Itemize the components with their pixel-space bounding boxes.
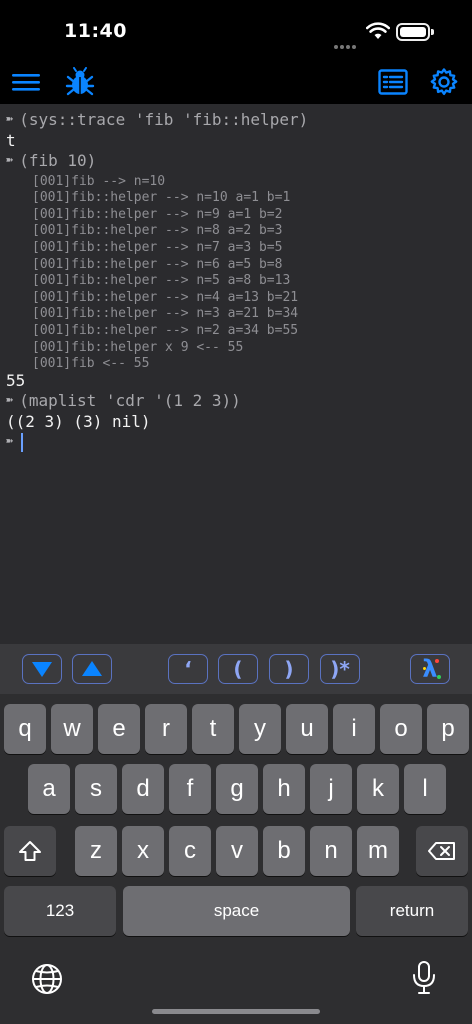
prompt-line: ➽ (fib 10) [6,151,96,170]
gear-icon [430,68,458,95]
trace-line: [001]fib::helper --> n=2 a=34 b=55 [32,322,299,338]
trace-line: [001]fib <-- 55 [32,356,150,372]
log-button[interactable] [375,64,411,100]
prompt-line: ➽ [6,432,24,453]
return-key[interactable]: return [356,886,468,936]
delete-key[interactable] [416,826,468,876]
trace-line: [001]fib::helper --> n=6 a=5 b=8 [32,256,283,272]
history-up-button[interactable] [72,654,112,684]
shift-key[interactable] [4,826,56,876]
key-s[interactable]: s [75,764,117,814]
menu-button[interactable] [8,64,44,100]
prompt-marker-icon: ➽ [6,112,14,126]
key-g[interactable]: g [216,764,258,814]
cellular-signal-icon [334,34,358,53]
list-text-icon [378,69,408,95]
key-t[interactable]: t [192,704,234,754]
trace-line: [001]fib::helper x 9 <-- 55 [32,339,244,355]
space-key[interactable]: space [123,886,350,936]
prompt-text: (maplist 'cdr '(1 2 3)) [19,391,241,411]
trace-line: [001]fib --> n=10 [32,173,166,189]
settings-button[interactable] [426,64,462,100]
key-x[interactable]: x [122,826,164,876]
status-time: 11:40 [64,20,127,42]
key-v[interactable]: v [216,826,258,876]
top-bar: 11:40 [0,0,472,104]
trace-line: [001]fib::helper --> n=3 a=21 b=34 [32,306,299,322]
key-h[interactable]: h [263,764,305,814]
result-line: ((2 3) (3) nil) [6,411,151,431]
key-e[interactable]: e [98,704,140,754]
open-paren-button[interactable]: ( [218,654,258,684]
prompt-text: (sys::trace 'fib 'fib::helper) [19,110,309,129]
microphone-icon [413,961,435,994]
key-a[interactable]: a [28,764,70,814]
prompt-line: ➽ (maplist 'cdr '(1 2 3)) [6,391,241,410]
key-b[interactable]: b [263,826,305,876]
globe-button[interactable] [30,962,64,996]
prompt-marker-icon: ➽ [6,434,14,449]
wifi-icon [366,22,390,39]
key-f[interactable]: f [169,764,211,814]
debug-button[interactable] [62,64,98,100]
history-down-button[interactable] [22,654,62,684]
key-y[interactable]: y [239,704,281,754]
key-u[interactable]: u [286,704,328,754]
hamburger-icon [12,74,40,91]
backspace-icon [428,842,455,860]
numbers-key[interactable]: 123 [4,886,116,936]
key-w[interactable]: w [51,704,93,754]
prompt-line: ➽ (sys::trace 'fib 'fib::helper) [6,110,308,129]
quote-button[interactable]: ‘ [168,654,208,684]
prompt-marker-icon: ➽ [6,393,14,408]
key-r[interactable]: r [145,704,187,754]
key-d[interactable]: d [122,764,164,814]
battery-icon [396,23,434,41]
trace-line: [001]fib::helper --> n=5 a=8 b=13 [32,273,291,289]
trace-line: [001]fib::helper --> n=7 a=3 b=5 [32,239,283,255]
input-accessory-toolbar: ‘ ( ) )* λ [0,644,472,694]
key-m[interactable]: m [357,826,399,876]
bug-icon [65,67,95,96]
lambda-button[interactable]: λ [410,654,450,684]
key-l[interactable]: l [404,764,446,814]
close-paren-button[interactable]: ) [269,654,309,684]
trace-line: [001]fib::helper --> n=4 a=13 b=21 [32,289,299,305]
key-j[interactable]: j [310,764,352,814]
key-z[interactable]: z [75,826,117,876]
trace-line: [001]fib::helper --> n=10 a=1 b=1 [32,190,291,206]
key-o[interactable]: o [380,704,422,754]
key-c[interactable]: c [169,826,211,876]
prompt-text: (fib 10) [19,151,97,170]
repl-console[interactable]: ➽ (sys::trace 'fib 'fib::helper) t ➽ (fib 10… [0,104,472,644]
result-line: t [6,130,16,150]
home-indicator [152,1009,320,1014]
keyboard: 123 space return qwertyuiop asdfghjkl zxcv… [0,694,472,1024]
dictation-button[interactable] [410,960,438,996]
triangle-down-icon [32,662,52,677]
close-all-paren-button[interactable]: )* [320,654,360,684]
trace-line: [001]fib::helper --> n=8 a=2 b=3 [32,223,283,239]
prompt-marker-icon: ➽ [6,153,14,167]
result-line: 55 [6,370,26,390]
key-k[interactable]: k [357,764,399,814]
lambda-dots-icon [411,655,451,685]
key-p[interactable]: p [427,704,469,754]
key-q[interactable]: q [4,704,46,754]
shift-arrow-icon [19,841,41,861]
triangle-up-icon [82,661,102,676]
key-n[interactable]: n [310,826,352,876]
text-cursor [21,433,24,453]
globe-icon [32,964,62,994]
key-i[interactable]: i [333,704,375,754]
trace-line: [001]fib::helper --> n=9 a=1 b=2 [32,206,283,222]
